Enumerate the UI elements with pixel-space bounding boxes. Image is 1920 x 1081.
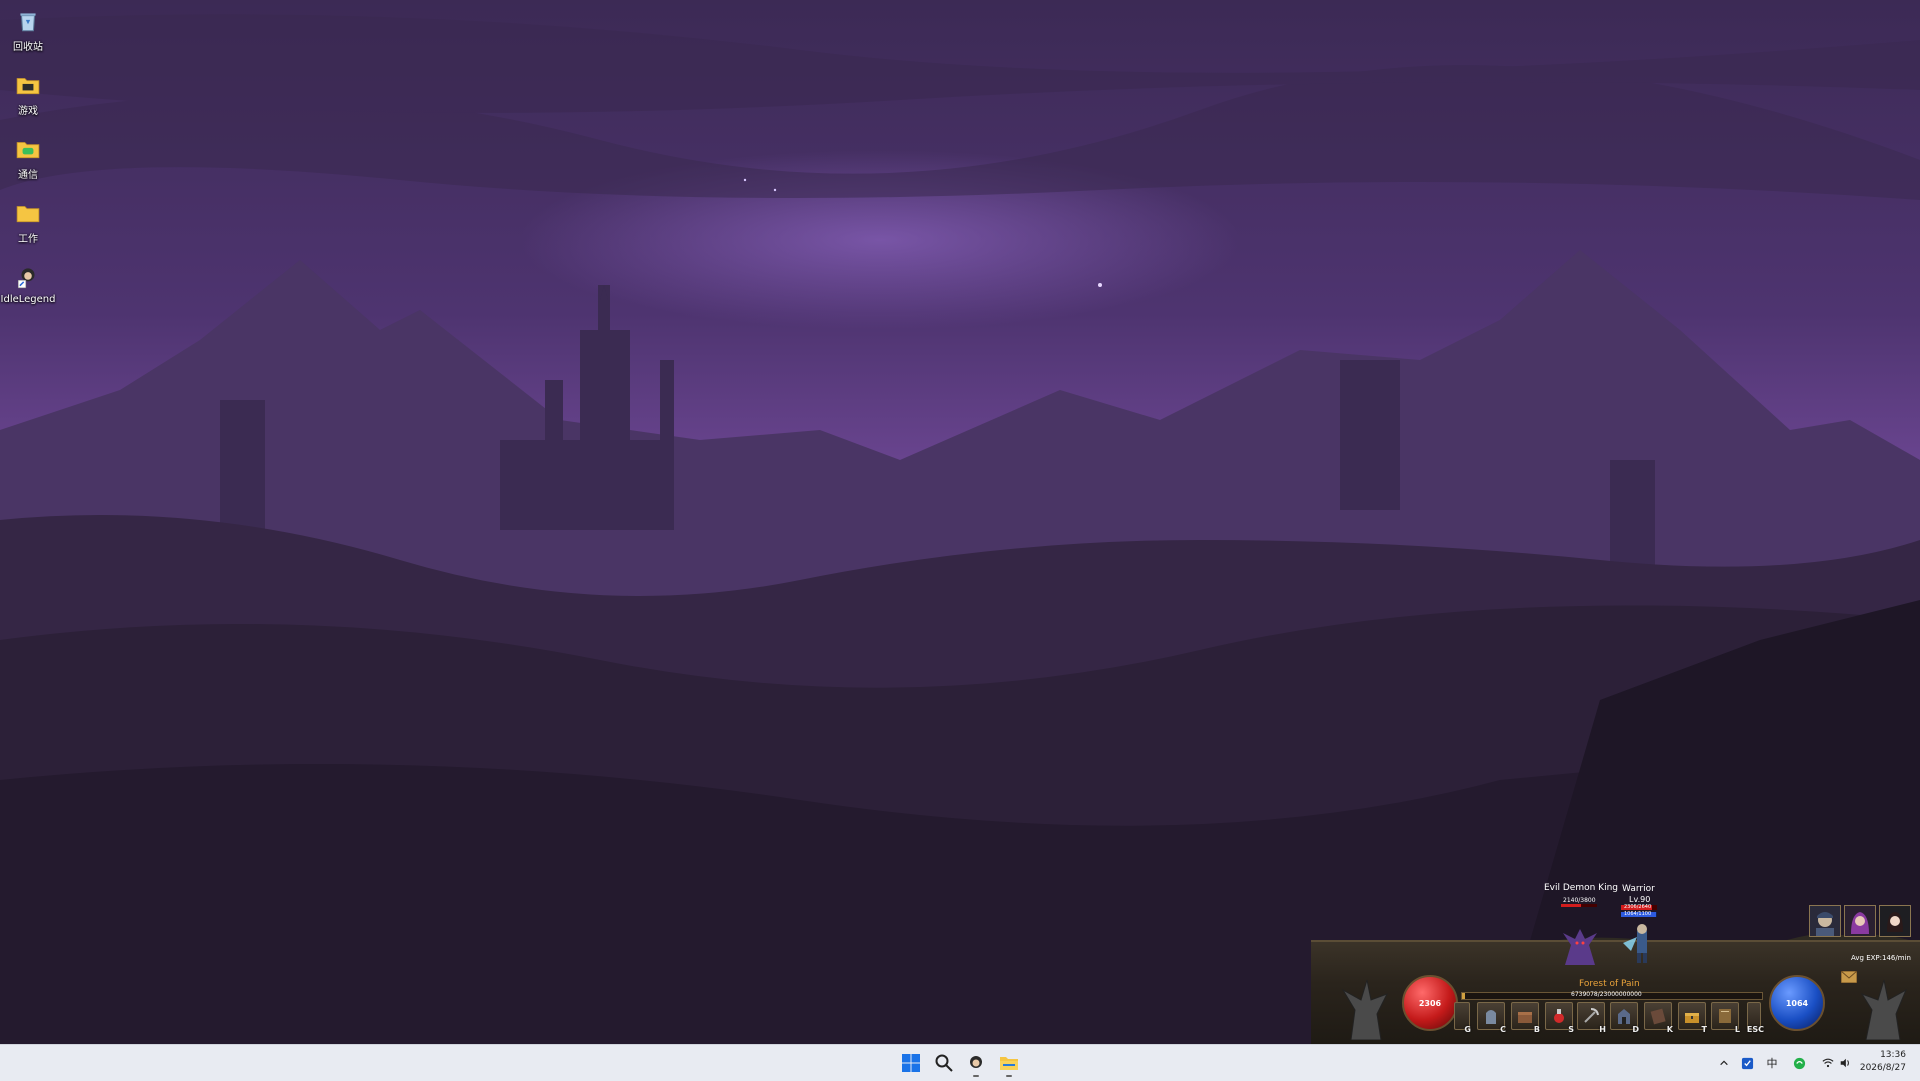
desktop-icon-label: 回收站 — [13, 42, 43, 53]
hotkey-label: S — [1568, 1025, 1574, 1034]
hotkey-label: ESC — [1746, 1025, 1764, 1034]
tray-overflow-button[interactable] — [1715, 1054, 1733, 1072]
recycle-bin-icon — [20, 13, 36, 32]
tray-security-icon-button[interactable] — [1738, 1054, 1756, 1072]
hero-class: Warrior — [1622, 884, 1655, 894]
file-explorer-icon — [1000, 1057, 1018, 1070]
party-portrait-2[interactable] — [1844, 905, 1876, 937]
tray-app-icon[interactable] — [1790, 1054, 1808, 1072]
bag-icon — [1518, 1012, 1532, 1023]
running-indicator — [973, 1075, 979, 1077]
taskbar-clock[interactable]: 13:36 2026/8/27 — [1860, 1049, 1906, 1075]
hotkey-slot-guild[interactable]: G — [1454, 1002, 1471, 1034]
enemy-hp-fill — [1561, 904, 1582, 907]
windows-start-icon — [902, 1054, 920, 1072]
zone-name: Forest of Pain — [1579, 979, 1640, 989]
hotkey-label: L — [1734, 1025, 1740, 1034]
hotkey-slot-skillbook[interactable]: K — [1644, 1002, 1673, 1034]
folder-work-icon — [16, 206, 40, 223]
hotkey-slot-bag[interactable]: B — [1511, 1002, 1540, 1034]
desktop-icon-games-folder[interactable]: 游戏 — [2, 68, 54, 124]
folder-games-icon — [16, 78, 40, 95]
gargoyle-statue-left — [1341, 979, 1389, 1040]
taskbar: 中 13:36 2026/8/27 — [0, 1044, 1920, 1081]
enemy-name: Evil Demon King — [1544, 883, 1618, 893]
hotkey-slot-treasure[interactable]: T — [1678, 1002, 1707, 1034]
wifi-icon — [1822, 1058, 1834, 1068]
desktop-icon-label: 工作 — [18, 234, 38, 245]
tray-ime-indicator[interactable]: 中 — [1763, 1054, 1781, 1072]
idle-legend-game-window[interactable]: Evil Demon King 2140/3800 Warrior Lv.90 … — [1311, 875, 1920, 1046]
hotkey-label: H — [1599, 1025, 1606, 1034]
hotkey-slot-log[interactable]: L — [1711, 1002, 1740, 1034]
exp-bar-fill — [1462, 993, 1465, 999]
green-circle-app-icon — [1793, 1057, 1805, 1069]
party-portrait-3[interactable] — [1879, 905, 1911, 937]
hp-orb: 2306 — [1402, 975, 1458, 1031]
character-icon — [1486, 1010, 1496, 1024]
enemy-hp-text: 2140/3800 — [1563, 897, 1596, 904]
tray-volume-button[interactable] — [1836, 1054, 1854, 1072]
avg-exp-text: Avg EXP:146/min — [1851, 954, 1911, 962]
gargoyle-statue-right — [1860, 979, 1908, 1040]
mp-orb: 1064 — [1769, 975, 1825, 1031]
hp-orb-value: 2306 — [1418, 998, 1442, 1008]
idle-legend-app-icon — [970, 1056, 982, 1068]
archer-portrait-icon — [1880, 906, 1910, 936]
hero-level: Lv.90 — [1629, 895, 1651, 904]
pickaxe-icon — [1584, 1008, 1599, 1023]
potion-icon — [1554, 1009, 1564, 1023]
shield-icon — [1741, 1057, 1753, 1069]
hotkey-label: C — [1500, 1025, 1506, 1034]
log-book-icon — [1719, 1009, 1731, 1023]
folder-comm-icon — [16, 142, 40, 159]
hotkey-slot-dungeon[interactable]: D — [1610, 1002, 1639, 1034]
mage-portrait-icon — [1845, 906, 1875, 936]
hero-mp-text: 1064/1100 — [1624, 911, 1652, 917]
warrior-sprite — [1623, 924, 1647, 963]
hotkey-label: T — [1701, 1025, 1707, 1034]
chevron-up-icon — [1720, 1060, 1728, 1066]
taskbar-app-file-explorer[interactable] — [995, 1049, 1023, 1077]
hotkey-slot-skills[interactable]: S — [1545, 1002, 1574, 1034]
hotkey-slot-hunt[interactable]: H — [1577, 1002, 1606, 1034]
desktop-icon-recycle-bin[interactable]: 回收站 — [2, 4, 54, 60]
hotkey-label: D — [1632, 1025, 1639, 1034]
desktop-icon-work-folder[interactable]: 工作 — [2, 196, 54, 252]
desktop-icon-label: 游戏 — [18, 106, 38, 117]
clock-date: 2026/8/27 — [1859, 1063, 1906, 1073]
evil-demon-king-sprite — [1563, 929, 1597, 965]
running-indicator — [1006, 1075, 1012, 1077]
hotkey-label: G — [1464, 1025, 1471, 1034]
desktop-icon-idle-legend[interactable]: IdleLegend — [0, 260, 56, 316]
tray-network-button[interactable] — [1819, 1054, 1837, 1072]
search-button[interactable] — [930, 1049, 958, 1077]
search-icon — [935, 1054, 953, 1072]
clock-time: 13:36 — [1880, 1050, 1906, 1060]
taskbar-app-idle-legend[interactable] — [962, 1049, 990, 1077]
treasure-chest-icon — [1685, 1013, 1699, 1023]
speaker-icon — [1840, 1058, 1849, 1068]
desktop-icon-comm-folder[interactable]: 通信 — [2, 132, 54, 188]
desktop-icon-label: IdleLegend — [0, 294, 56, 305]
mail-icon[interactable] — [1841, 971, 1857, 983]
warrior-portrait-icon — [1810, 906, 1840, 936]
exp-text: 6739078/23000000000 — [1571, 991, 1642, 998]
book-icon — [1650, 1008, 1666, 1025]
hotkey-slot-character[interactable]: C — [1477, 1002, 1506, 1034]
desktop-icon-label: 通信 — [18, 170, 38, 181]
hotkey-slot-menu[interactable]: ESC — [1747, 1002, 1764, 1034]
ime-label: 中 — [1766, 1057, 1778, 1070]
hero-hp-text: 2306/2640 — [1624, 904, 1652, 910]
dungeon-icon — [1618, 1009, 1630, 1024]
mp-orb-value: 1064 — [1785, 998, 1809, 1008]
party-portrait-1[interactable] — [1809, 905, 1841, 937]
enemy-hp-bar — [1561, 904, 1597, 907]
hotkey-label: K — [1666, 1025, 1673, 1034]
start-button[interactable] — [897, 1049, 925, 1077]
hotkey-label: B — [1533, 1025, 1540, 1034]
idle-legend-app-icon — [17, 268, 35, 289]
